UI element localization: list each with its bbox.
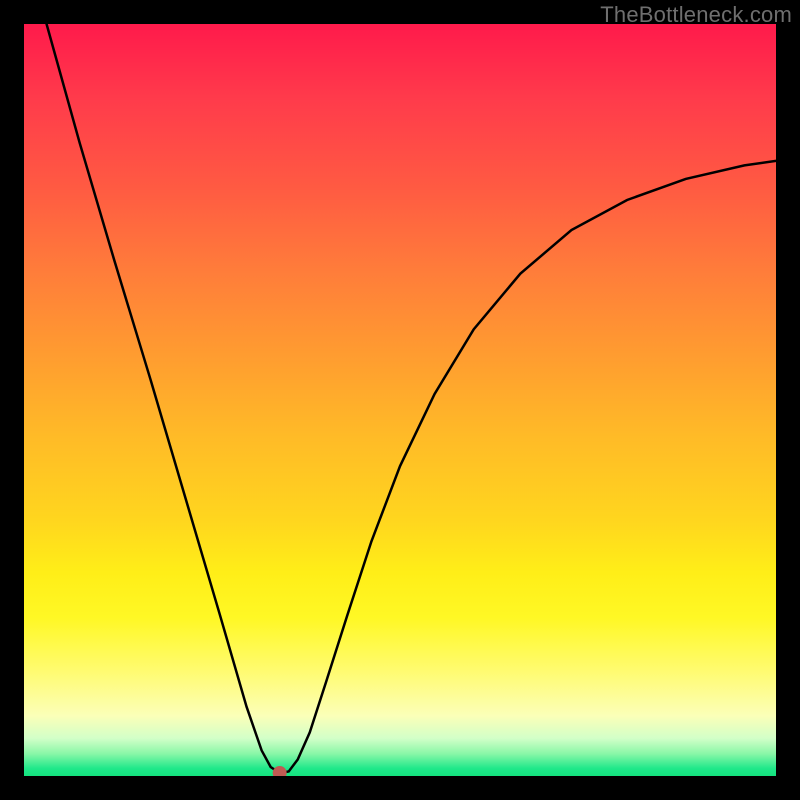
plot-area [24,24,776,776]
watermark-text: TheBottleneck.com [600,2,792,28]
bottleneck-curve [47,24,776,773]
min-marker-dot [273,766,287,776]
chart-container: TheBottleneck.com [0,0,800,800]
bottleneck-curve-svg [24,24,776,776]
